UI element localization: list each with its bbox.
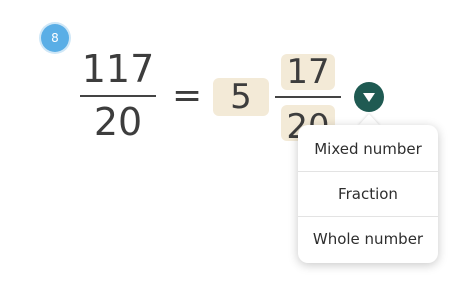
answer-format-dropdown-button[interactable] — [354, 82, 384, 112]
lhs-fraction-bar — [80, 95, 156, 97]
menu-item-mixed-number[interactable]: Mixed number — [298, 127, 438, 172]
rhs-fraction-bar — [275, 96, 341, 98]
lhs-denominator: 20 — [93, 100, 143, 144]
menu-item-fraction[interactable]: Fraction — [298, 172, 438, 217]
numerator-answer-box[interactable]: 17 — [281, 54, 335, 90]
question-number-badge: 8 — [41, 24, 69, 52]
menu-item-whole-number[interactable]: Whole number — [298, 217, 438, 262]
whole-number-answer-box[interactable]: 5 — [213, 78, 269, 116]
chevron-down-icon — [363, 93, 375, 102]
equals-sign: = — [172, 75, 203, 116]
answer-format-menu: Mixed number Fraction Whole number — [298, 125, 438, 263]
lhs-numerator: 117 — [81, 47, 155, 91]
